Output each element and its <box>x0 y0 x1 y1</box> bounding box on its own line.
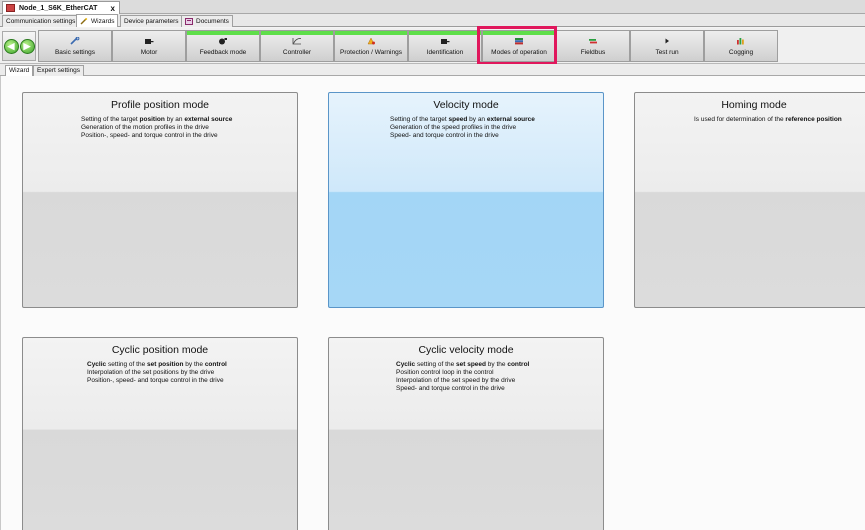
mode-title: Profile position mode <box>110 99 210 111</box>
wizard-toolbar: ◀ ▶ Basic settings Motor Feedback mode C… <box>0 28 865 64</box>
navigation-buttons: ◀ ▶ <box>2 31 36 61</box>
description-line: Position-, speed- and torque control in … <box>81 132 218 139</box>
tab-label: Wizard <box>9 67 30 74</box>
tab-documents[interactable]: Documents <box>181 15 233 27</box>
step-cogging[interactable]: Cogging <box>704 30 778 62</box>
description-line: Generation of the motion profiles in the… <box>81 124 209 131</box>
tab-label: Documents <box>196 18 229 25</box>
step-label: Motor <box>140 49 158 56</box>
encoder-icon <box>219 38 227 45</box>
documents-icon <box>185 18 193 25</box>
document-tab-bar: Node_1_S6K_EtherCAT x <box>0 0 865 14</box>
description-line: Setting of the target speed by an extern… <box>390 116 535 123</box>
step-feedback-mode[interactable]: Feedback mode <box>186 30 260 62</box>
mode-card-velocity[interactable]: Velocity mode Setting of the target spee… <box>328 92 604 308</box>
description-line: Cyclic setting of the set position by th… <box>87 361 227 368</box>
forward-arrow-icon[interactable]: ▶ <box>19 38 35 54</box>
fieldbus-icon <box>589 39 597 44</box>
step-label: Protection / Warnings <box>340 49 402 56</box>
mode-description: Cyclic setting of the set speed by the c… <box>396 361 576 393</box>
description-line: Speed- and torque control in the drive <box>390 132 499 139</box>
tab-wizards[interactable]: Wizards <box>76 14 119 27</box>
step-modes-of-operation[interactable]: Modes of operation <box>482 30 556 62</box>
step-protection-warnings[interactable]: Protection / Warnings <box>334 30 408 62</box>
step-label: Basic settings <box>54 49 96 56</box>
mode-title: Cyclic velocity mode <box>418 344 514 356</box>
close-icon[interactable]: x <box>111 4 115 13</box>
mode-description: Cyclic setting of the set position by th… <box>87 361 267 385</box>
step-label: Modes of operation <box>491 49 547 56</box>
mode-card-cyclic-velocity[interactable]: Cyclic velocity mode Cyclic setting of t… <box>328 337 604 530</box>
description-line: Generation of the speed profiles in the … <box>390 124 517 131</box>
device-icon <box>6 4 15 12</box>
description-line: Speed- and torque control in the drive <box>396 385 505 392</box>
step-identification[interactable]: Identification <box>408 30 482 62</box>
tab-expert-settings[interactable]: Expert settings <box>33 65 84 76</box>
description-line: Setting of the target position by an ext… <box>81 116 233 123</box>
section-tab-bar: Communication settings Wizards Device pa… <box>0 14 865 27</box>
back-arrow-icon[interactable]: ◀ <box>3 38 19 54</box>
curve-icon <box>292 38 302 45</box>
play-icon <box>665 38 669 44</box>
modes-panel: Profile position mode Setting of the tar… <box>0 76 865 530</box>
document-tab-label: Node_1_S6K_EtherCAT <box>19 4 98 12</box>
tab-label: Wizards <box>91 17 115 25</box>
step-test-run[interactable]: Test run <box>630 30 704 62</box>
mode-title: Velocity mode <box>433 99 499 111</box>
wand-icon <box>80 17 88 24</box>
mode-card-cyclic-position[interactable]: Cyclic position mode Cyclic setting of t… <box>22 337 298 530</box>
description-line: Is used for determination of the referen… <box>694 116 842 123</box>
mode-title: Homing mode <box>721 99 787 111</box>
description-line: Position-, speed- and torque control in … <box>87 377 224 384</box>
description-line: Cyclic setting of the set speed by the c… <box>396 361 530 368</box>
modes-icon <box>515 38 523 45</box>
step-controller[interactable]: Controller <box>260 30 334 62</box>
sub-tab-bar: Wizard Expert settings <box>0 64 865 76</box>
document-tab[interactable]: Node_1_S6K_EtherCAT x <box>2 1 120 14</box>
step-motor[interactable]: Motor <box>112 30 186 62</box>
wrench-icon <box>70 37 80 45</box>
tab-device-parameters[interactable]: Device parameters <box>120 15 183 27</box>
tab-label: Expert settings <box>37 67 80 74</box>
step-label: Feedback mode <box>199 49 247 56</box>
step-label: Identification <box>426 49 464 56</box>
step-label: Cogging <box>728 49 754 56</box>
step-label: Controller <box>282 49 312 56</box>
step-label: Test run <box>655 49 679 56</box>
warning-icon <box>367 37 375 45</box>
mode-title: Cyclic position mode <box>111 344 209 356</box>
mode-description: Is used for determination of the referen… <box>694 116 865 124</box>
step-basic-settings[interactable]: Basic settings <box>38 30 112 62</box>
mode-card-profile-position[interactable]: Profile position mode Setting of the tar… <box>22 92 298 308</box>
step-label: Fieldbus <box>580 49 606 56</box>
step-fieldbus[interactable]: Fieldbus <box>556 30 630 62</box>
tab-wizard[interactable]: Wizard <box>5 65 34 76</box>
bars-icon <box>737 38 744 45</box>
tab-communication-settings[interactable]: Communication settings <box>2 15 80 27</box>
mode-description: Setting of the target speed by an extern… <box>390 116 570 140</box>
description-line: Position control loop in the control <box>396 369 494 376</box>
motor-icon <box>145 39 154 44</box>
description-line: Interpolation of the set positions by th… <box>87 369 215 376</box>
tab-label: Device parameters <box>124 18 179 25</box>
mode-card-homing[interactable]: Homing mode Is used for determination of… <box>634 92 865 308</box>
tab-label: Communication settings <box>6 18 76 25</box>
mode-description: Setting of the target position by an ext… <box>81 116 261 140</box>
description-line: Interpolation of the set speed by the dr… <box>396 377 516 384</box>
motor-id-icon <box>441 39 450 44</box>
